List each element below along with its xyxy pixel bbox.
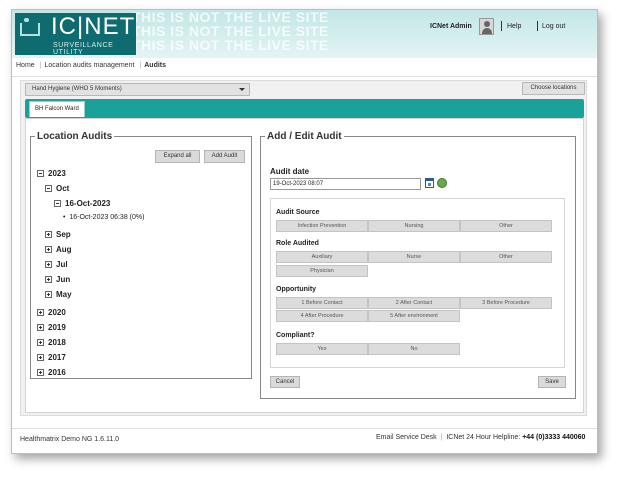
opportunity-option[interactable]: 3 Before Procedure [460,297,552,309]
opportunity-option[interactable]: 5 After environment [368,310,460,322]
divider [12,76,597,77]
opportunity-option[interactable]: 4 After Procedure [276,310,368,322]
audit-entry[interactable]: • 16-Oct-2023 06:38 (0%) [63,214,144,221]
tree-node-month[interactable]: Jul [45,260,68,269]
tree-node-year[interactable]: 2020 [37,308,66,317]
compliant-no-option[interactable]: No [368,343,460,355]
tree-node-month[interactable]: Sep [45,230,71,239]
watermark: THIS IS NOT THE LIVE SITE THIS IS NOT TH… [132,10,329,53]
tree-node-oct[interactable]: Oct [45,184,69,193]
expand-icon[interactable] [45,291,52,298]
expand-icon[interactable] [45,261,52,268]
protocol-select[interactable]: Hand Hygiene (WHO 5 Moments) [25,83,250,96]
edit-audit-title: Add / Edit Audit [267,131,342,142]
ward-tab-bar: BH Falcon Ward [25,99,584,118]
breadcrumb-current: Audits [144,62,167,69]
choose-locations-button[interactable]: Choose locations [522,82,585,95]
separator [537,21,538,31]
helpline-number: +44 (0)3333 440060 [522,434,586,441]
audit-date-label: Audit date [270,167,310,176]
role-audited-label: Role Audited [276,240,319,247]
expand-icon[interactable] [45,246,52,253]
expand-icon[interactable] [37,339,44,346]
tree-node-2023[interactable]: 2023 [37,169,66,178]
role-option[interactable]: Nurse [368,251,460,263]
add-audit-button[interactable]: Add Audit [204,150,245,163]
audit-date-input[interactable]: 19-Oct-2023 08:07 [270,178,421,190]
location-audits-title: Location Audits [37,131,113,142]
cancel-button[interactable]: Cancel [270,376,300,388]
location-audits-panel: Location Audits Expand all Add Audit 202… [30,131,252,379]
tree-node-month[interactable]: May [45,290,72,299]
audit-source-option[interactable]: Other [460,220,552,232]
audit-source-label: Audit Source [276,209,320,216]
opportunity-option[interactable]: 1 Before Contact [276,297,368,309]
expand-icon[interactable] [45,276,52,283]
save-button[interactable]: Save [538,376,566,388]
logout-link[interactable]: Log out [542,23,565,30]
current-user-label: ICNet Admin [430,23,472,30]
divider [12,428,597,429]
opportunity-label: Opportunity [276,286,317,293]
calendar-icon[interactable] [425,178,434,188]
separator [501,21,502,31]
breadcrumb-section[interactable]: Location audits management [45,62,135,69]
role-option[interactable]: Physician [276,265,368,277]
bed-icon [20,18,40,36]
compliant-label: Compliant? [276,332,315,339]
collapse-icon[interactable] [45,185,52,192]
tree-node-year[interactable]: 2018 [37,338,66,347]
opportunity-option[interactable]: 2 After Contact [368,297,460,309]
tab-ward[interactable]: BH Falcon Ward [29,101,85,117]
email-service-desk-link[interactable]: Email Service Desk [376,434,437,441]
tree-node-month[interactable]: Jun [45,275,70,284]
ward-content: Location Audits Expand all Add Audit 202… [25,118,584,413]
expand-icon[interactable] [37,354,44,361]
help-link[interactable]: Help [507,23,521,30]
tree-node-month[interactable]: Aug [45,245,72,254]
version-label: Healthmatrix Demo NG 1.6.11.0 [20,436,120,443]
footer-links: Email Service Desk | ICNet 24 Hour Helpl… [376,434,586,441]
edit-audit-panel: Add / Edit Audit Audit date 19-Oct-2023 … [260,131,576,399]
tree-node-year[interactable]: 2016 [37,368,66,377]
compliant-yes-option[interactable]: Yes [276,343,368,355]
refresh-icon[interactable] [437,178,447,188]
tree-node-year[interactable]: 2019 [37,323,66,332]
collapse-icon[interactable] [54,200,61,207]
audit-options-box: Audit Source Infection Prevention Nursin… [270,198,565,368]
protocol-select-value: Hand Hygiene (WHO 5 Moments) [32,86,122,92]
role-option[interactable]: Auxiliary [276,251,368,263]
logo-text: IC|NET [51,13,136,40]
expand-icon[interactable] [37,369,44,376]
main-panel: Hand Hygiene (WHO 5 Moments) Choose loca… [20,80,587,416]
breadcrumb-home[interactable]: Home [16,62,35,69]
tree-node-day[interactable]: 16-Oct-2023 [54,199,110,208]
chevron-down-icon [239,88,245,91]
expand-icon[interactable] [37,324,44,331]
helpline-label: ICNet 24 Hour Helpline: [446,434,521,441]
icnet-logo: IC|NET SURVEILLANCE UTILITY [15,13,136,56]
expand-all-button[interactable]: Expand all [155,150,200,163]
avatar-icon[interactable] [479,18,494,35]
app-window: THIS IS NOT THE LIVE SITE THIS IS NOT TH… [11,9,598,454]
expand-icon[interactable] [45,231,52,238]
breadcrumb: Home | Location audits management | Audits [16,62,167,69]
app-header: THIS IS NOT THE LIVE SITE THIS IS NOT TH… [12,10,597,58]
audit-source-option[interactable]: Nursing [368,220,460,232]
role-option[interactable]: Other [460,251,552,263]
collapse-icon[interactable] [37,170,44,177]
audit-source-option[interactable]: Infection Prevention [276,220,368,232]
tree-node-year[interactable]: 2017 [37,353,66,362]
expand-icon[interactable] [37,309,44,316]
logo-subtitle: SURVEILLANCE UTILITY [53,42,114,56]
